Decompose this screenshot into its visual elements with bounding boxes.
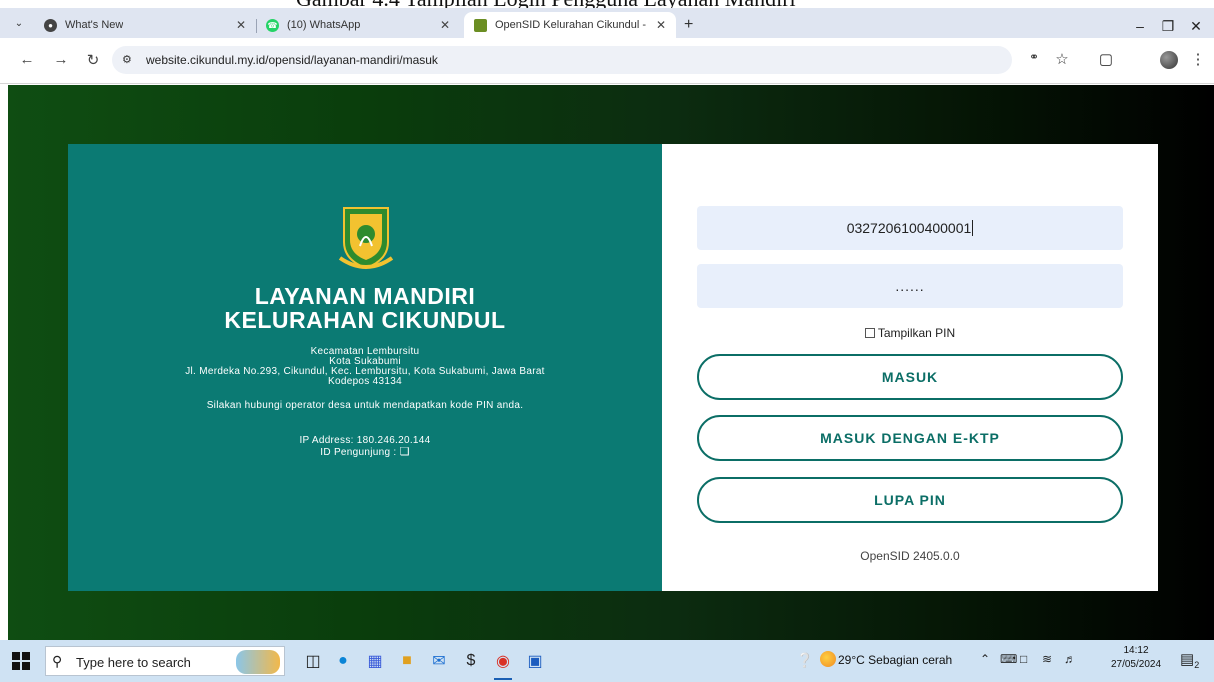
windows-taskbar: ⚲ Type here to search ◫ ● ▦ ■ ✉ $ ◉ ▣ ❔ … [0,640,1214,682]
chrome-taskbar-icon[interactable]: ◉ [490,648,516,680]
show-pin-toggle[interactable]: Tampilkan PIN [662,326,1158,340]
mail-icon[interactable]: ✉ [426,648,452,674]
title-line-2: KELURAHAN CIKUNDUL [224,307,506,333]
store-icon[interactable]: ▦ [362,648,388,674]
extensions-puzzle-icon[interactable]: ▢ [1096,50,1116,68]
pin-input[interactable]: ...... [697,264,1123,308]
ip-address-text: IP Address: 180.246.20.144 [299,435,431,446]
pin-instruction-text: Silakan hubungi operator desa untuk mend… [206,400,524,411]
close-icon[interactable]: ✕ [440,18,450,32]
city-emblem-logo [338,207,394,270]
clock-time: 14:12 [1123,645,1149,656]
tab-whatsapp[interactable]: ☎ (10) WhatsApp ✕ [256,12,460,38]
restore-icon[interactable]: ❐ [1158,18,1178,35]
forward-arrow-icon[interactable]: → [52,51,70,68]
nik-input[interactable]: 032720610040000 1 [697,206,1123,250]
title-line-1: LAYANAN MANDIRI [254,283,476,309]
minimize-icon[interactable]: – [1130,18,1150,34]
battery-icon[interactable]: □ [1020,652,1027,666]
chrome-icon: ● [44,18,57,32]
window-close-icon[interactable]: ✕ [1186,18,1206,35]
tab-title: (10) WhatsApp [287,19,361,31]
nik-value: 032720610040000 [846,220,964,236]
edge-browser-icon[interactable]: ● [330,648,356,674]
volume-icon[interactable]: ♬ [1064,652,1076,666]
copy-icon[interactable]: ❏ [400,446,410,458]
keyboard-icon[interactable]: ⌨ [1000,652,1017,666]
system-clock[interactable]: 14:12 27/05/2024 [1108,644,1164,672]
search-placeholder: Type here to search [76,655,191,670]
opensid-favicon-icon [474,18,487,32]
notification-center-icon[interactable]: ▤2 [1180,650,1199,670]
task-view-icon[interactable]: ◫ [300,648,326,674]
tray-overflow-chevron-icon[interactable]: ⌃ [980,652,990,666]
browser-tab-strip: ⌄ ● What's New ✕ ☎ (10) WhatsApp ✕ OpenS… [0,8,1214,38]
login-form: 032720610040000 1 ...... Tampilkan PIN MA… [662,144,1158,591]
version-text: OpenSID 2405.0.0 [860,549,960,563]
show-pin-checkbox[interactable] [864,328,875,338]
whatsapp-icon: ☎ [266,18,279,32]
search-highlight-illustration [236,650,280,674]
new-tab-button[interactable]: + [684,16,693,34]
bookmark-star-icon[interactable]: ☆ [1052,50,1072,68]
more-menu-icon[interactable]: ⋮ [1188,50,1208,68]
page-background: LAYANAN MANDIRI KELURAHAN CIKUNDUL Kecam… [8,85,1214,640]
info-panel: LAYANAN MANDIRI KELURAHAN CIKUNDUL Kecam… [68,144,662,591]
login-button[interactable]: MASUK [697,354,1123,400]
page-title: LAYANAN MANDIRI KELURAHAN CIKUNDUL [68,284,662,332]
wifi-icon[interactable]: ≋ [1042,652,1052,666]
address-url[interactable]: website.cikundul.my.id/opensid/layanan-m… [146,53,438,67]
postal-code-text: Kodepos 43134 [328,376,402,387]
screen: Gambar 4.4 Tampilan Login Pengguna Layan… [0,0,1214,682]
close-icon[interactable]: ✕ [236,18,246,32]
clock-date: 27/05/2024 [1110,659,1162,670]
tab-title: OpenSID Kelurahan Cikundul - [495,19,647,31]
taskbar-search-input[interactable]: ⚲ Type here to search [45,646,285,676]
notification-count: 2 [1194,660,1200,670]
login-ektp-button[interactable]: MASUK DENGAN E-KTP [697,415,1123,461]
site-info-icon[interactable]: ⚙ [122,53,132,66]
visitor-id-label: ID Pengunjung : [320,447,400,458]
tab-opensid[interactable]: OpenSID Kelurahan Cikundul - ✕ [464,12,676,38]
profile-avatar[interactable] [1160,51,1178,69]
visitor-id-line: ID Pengunjung : ❏ [68,447,662,458]
windows-start-icon[interactable] [12,652,30,670]
word-icon[interactable]: ▣ [522,648,548,674]
show-pin-label[interactable]: Tampilkan PIN [878,326,955,340]
tab-title: What's New [65,19,124,31]
weather-icon [820,651,836,667]
reload-icon[interactable]: ↻ [84,51,102,69]
help-icon[interactable]: ❔ [796,652,813,669]
text-cursor [972,220,974,236]
address-bar[interactable]: ⚙ website.cikundul.my.id/opensid/layanan… [112,46,1012,74]
browser-toolbar: ← → ↻ ⚙ website.cikundul.my.id/opensid/l… [0,38,1214,84]
tab-search-chevron-icon[interactable]: ⌄ [8,13,30,33]
weather-text[interactable]: 29°C Sebagian cerah [838,653,952,667]
forgot-pin-button[interactable]: LUPA PIN [697,477,1123,523]
caption-text: Gambar 4.4 Tampilan Login Pengguna Layan… [296,0,796,8]
terminal-icon[interactable]: $ [458,648,484,674]
back-arrow-icon[interactable]: ← [18,51,36,68]
password-key-icon[interactable]: ⚭ [1024,50,1044,64]
tab-whats-new[interactable]: ● What's New ✕ [34,12,256,38]
close-icon[interactable]: ✕ [656,18,666,32]
search-icon: ⚲ [52,653,63,669]
file-explorer-icon[interactable]: ■ [394,648,420,674]
document-caption: Gambar 4.4 Tampilan Login Pengguna Layan… [0,0,1214,8]
